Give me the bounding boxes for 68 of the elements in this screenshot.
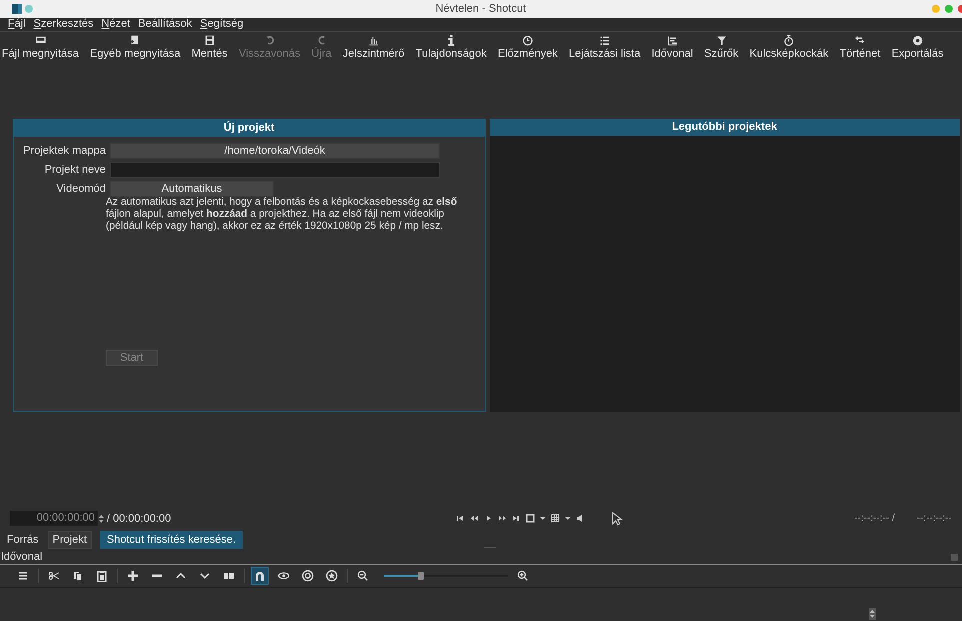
- fast-forward-icon[interactable]: [498, 514, 508, 523]
- panel-header: Új projekt: [14, 120, 484, 137]
- dropdown-caret-icon[interactable]: [540, 514, 546, 523]
- menu-item[interactable]: Fájl: [8, 18, 26, 31]
- in-point-text: --:--:--:-- /: [854, 513, 896, 524]
- slider-handle[interactable]: [418, 572, 424, 580]
- toolbar-button[interactable]: Exportálás: [892, 32, 944, 61]
- disc-icon: [910, 35, 925, 46]
- stopwatch-icon: [782, 35, 796, 46]
- window-dot-icon: [25, 5, 33, 13]
- magnet-tool-button[interactable]: [251, 567, 269, 585]
- menu-item[interactable]: Nézet: [102, 18, 130, 31]
- skip-start-icon[interactable]: [456, 514, 466, 523]
- folder-icon: [34, 35, 48, 46]
- status-message: Shotcut frissítés keresése.: [100, 531, 244, 549]
- project-name-field[interactable]: [110, 162, 440, 178]
- folder-button[interactable]: /home/toroka/Videók: [110, 143, 440, 159]
- dropdown-caret-icon[interactable]: [565, 514, 572, 523]
- scissors-icon: [48, 570, 60, 582]
- timeline-icon: [666, 35, 680, 46]
- zoom-in-icon: [517, 570, 529, 582]
- timecode-field[interactable]: 00:00:00:00: [10, 511, 98, 526]
- toolbar-button[interactable]: Előzmények: [498, 32, 558, 61]
- menu-item[interactable]: Segítség: [200, 18, 244, 31]
- eye-icon: [278, 570, 290, 582]
- star-circle-icon: [326, 570, 338, 582]
- skip-end-icon[interactable]: [512, 514, 522, 523]
- panel-header: Legutóbbi projektek: [490, 119, 960, 136]
- menu-item[interactable]: Beállítások: [138, 18, 192, 31]
- toolbar-button[interactable]: Kulcsképkockák: [750, 32, 829, 61]
- toolbar-button[interactable]: Szűrők: [704, 32, 739, 61]
- panel-title: Idővonal: [1, 551, 43, 563]
- toolbar-button[interactable]: Egyéb megnyitása: [90, 32, 181, 61]
- crop-box-icon[interactable]: [526, 514, 536, 523]
- field-label: Projekt neve: [44, 164, 106, 176]
- app-icon: [12, 4, 22, 14]
- copy-icon: [72, 570, 84, 582]
- magnet-icon: [254, 570, 266, 582]
- description-text: Az automatikus azt jelenti, hogy a felbontás és a képkockasebesség az első fájlon alapul, amelyet hozzáad a projekthez. Ha az első fájl nem videoklip (például kép vagy hang), akkor ez az érték 1920x1080p 25 kép / mp lesz.: [106, 197, 458, 233]
- window-title: Névtelen - Shotcut: [436, 3, 526, 15]
- menu-item[interactable]: Szerkesztés: [34, 18, 94, 31]
- dock-grip-icon[interactable]: [951, 554, 958, 560]
- split-icon: [223, 570, 235, 582]
- menu-icon: [17, 570, 29, 582]
- plus-icon: [127, 570, 139, 582]
- toolbar-button[interactable]: Lejátszási lista: [569, 32, 641, 61]
- toolbar-button[interactable]: Mentés: [192, 32, 228, 61]
- video-mode-dropdown[interactable]: Automatikus: [110, 181, 274, 197]
- info-icon: [448, 35, 455, 46]
- field-label: Videomód: [56, 183, 106, 195]
- target-icon: [302, 570, 314, 582]
- mouse-cursor-icon: [612, 512, 624, 526]
- zoom-out-icon: [357, 570, 369, 582]
- duration-text: / 00:00:00:00: [107, 512, 172, 524]
- spinner-icon[interactable]: [869, 608, 876, 620]
- out-point-text: --:--:--:--: [917, 513, 952, 524]
- field-label: Projektek mappa: [22, 145, 106, 157]
- rewind-icon[interactable]: [470, 514, 480, 523]
- clipboard-icon: [96, 570, 108, 582]
- toolbar-button[interactable]: Történet: [840, 32, 881, 61]
- toolbar-button[interactable]: Tulajdonságok: [416, 32, 487, 61]
- clock-icon: [520, 35, 535, 46]
- grid-icon[interactable]: [551, 514, 560, 523]
- dock-tab[interactable]: Projekt: [48, 531, 92, 549]
- toolbar-button[interactable]: Fájl megnyitása: [2, 32, 80, 61]
- toolbar-button[interactable]: Jelszintmérő: [342, 32, 405, 61]
- play-icon[interactable]: [484, 514, 494, 523]
- toolbar-button[interactable]: Idővonal: [652, 32, 694, 61]
